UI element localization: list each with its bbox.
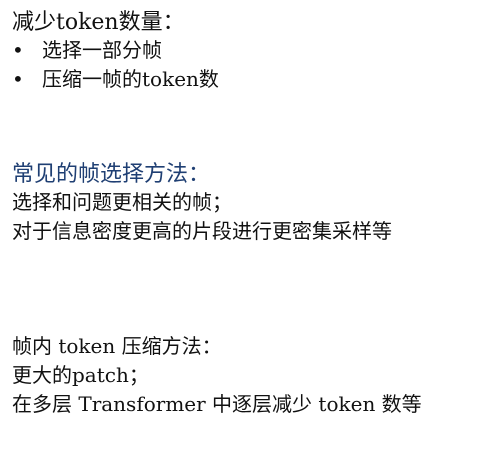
section-heading: 常见的帧选择方法： [12, 162, 211, 187]
list-item: • 压缩一帧的token数 [12, 65, 489, 94]
list-item-text: 压缩一帧的token数 [42, 67, 219, 91]
slide-content: 减少token数量： • 选择一部分帧 • 压缩一帧的token数 常见的帧选择… [0, 0, 497, 453]
frame-selection-section: 常见的帧选择方法： 选择和问题更相关的帧； 对于信息密度更高的片段进行更密集采样… [12, 161, 489, 246]
section-heading: 帧内 token 压缩方法： [12, 334, 222, 358]
bullet-icon: • [12, 67, 24, 91]
section-heading: 减少token数量： [12, 10, 185, 35]
text-line: 更大的patch； [12, 363, 149, 387]
text-line: 在多层 Transformer 中逐层减少 token 数等 [12, 392, 422, 416]
text-line: 对于信息密度更高的片段进行更密集采样等 [12, 219, 392, 243]
list-item: • 选择一部分帧 [12, 36, 489, 65]
bullet-icon: • [12, 38, 24, 62]
bullet-list: • 选择一部分帧 • 压缩一帧的token数 [12, 36, 489, 94]
token-reduction-section: 减少token数量： • 选择一部分帧 • 压缩一帧的token数 [12, 9, 489, 94]
intra-frame-compression-section: 帧内 token 压缩方法： 更大的patch； 在多层 Transformer… [12, 332, 489, 419]
text-line: 选择和问题更相关的帧； [12, 190, 232, 214]
list-item-text: 选择一部分帧 [42, 38, 162, 62]
